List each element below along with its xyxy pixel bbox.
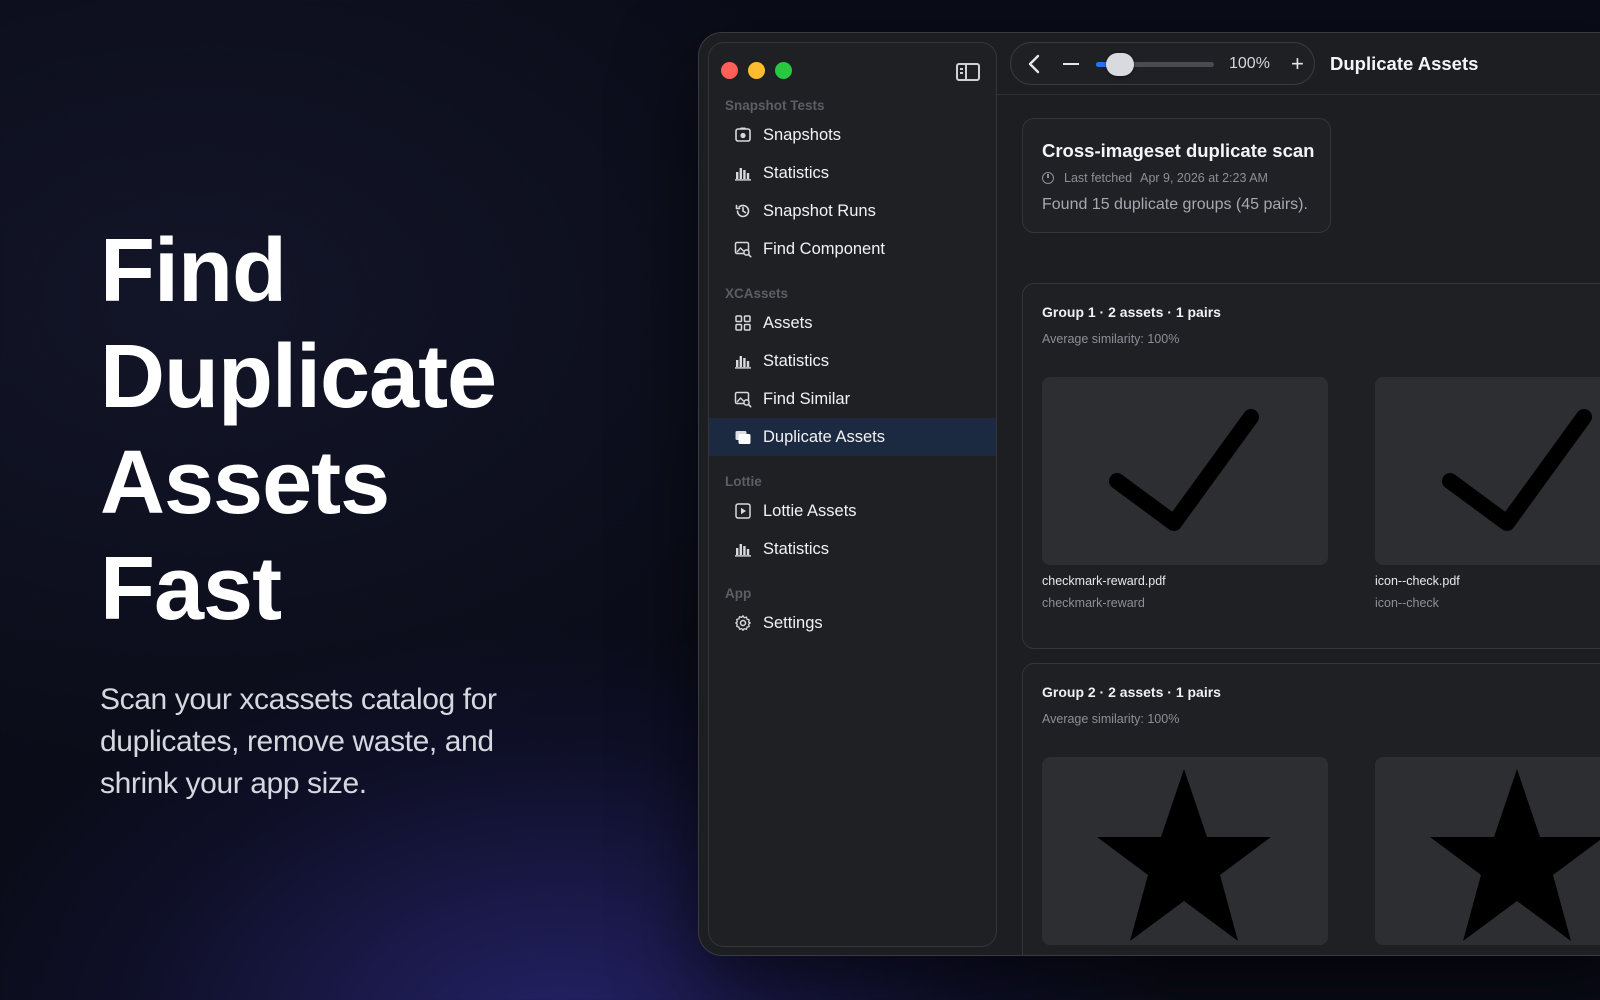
sidebar-item-snapshot-runs[interactable]: Snapshot Runs xyxy=(709,192,996,230)
duplicate-group-card: Group 2 · 2 assets · 1 pairs Average simi… xyxy=(1022,663,1600,955)
duplicate-group-card: Group 1 · 2 assets · 1 pairs Average simi… xyxy=(1022,283,1600,649)
asset-name: checkmark-reward xyxy=(1042,596,1145,610)
sidebar-item-label: Settings xyxy=(763,613,823,632)
asset-filename: shortcut-icon-star.pdf xyxy=(1375,954,1600,955)
hero-title-line: Find xyxy=(100,221,287,321)
sidebar-section-label: XCAssets xyxy=(725,286,789,301)
chart-bars-icon xyxy=(734,352,752,370)
grid-icon xyxy=(734,314,752,332)
group-title: Group 2 · 2 assets · 1 pairs xyxy=(1042,684,1221,700)
chart-bars-icon xyxy=(734,164,752,182)
sidebar-item-assets[interactable]: Assets xyxy=(709,304,996,342)
chart-bars-icon xyxy=(734,540,752,558)
hero-subtitle: Scan your xcassets catalog for duplicate… xyxy=(100,683,497,800)
last-fetched: Last fetched Apr 9, 2026 at 2:23 AM xyxy=(1042,171,1268,185)
asset-thumbnail xyxy=(1042,377,1328,565)
asset-thumbnail xyxy=(1375,377,1600,565)
asset-tile[interactable]: icon--check.pdf icon--check xyxy=(1375,377,1600,610)
hero: Find Duplicate Assets Fast Scan your xca… xyxy=(100,218,570,805)
asset-filename: icon--star.pdf xyxy=(1042,954,1328,955)
sidebar-item-label: Snapshots xyxy=(763,125,841,144)
last-fetched-value: Apr 9, 2026 at 2:23 AM xyxy=(1140,171,1268,185)
asset-filename: checkmark-reward.pdf xyxy=(1042,574,1166,588)
zoom-window-button[interactable] xyxy=(775,62,792,79)
sidebar-item-find-component[interactable]: Find Component xyxy=(709,230,996,268)
group-similarity: Average similarity: 100% xyxy=(1042,332,1180,346)
sidebar-nav: Snapshot Tests Snapshots Statistics Snapsho… xyxy=(709,96,996,642)
page-title: Duplicate Assets xyxy=(1330,53,1479,74)
scan-title: Cross-imageset duplicate scan xyxy=(1042,140,1315,161)
back-chevron-icon[interactable] xyxy=(1025,53,1045,75)
sidebar-item-label: Statistics xyxy=(763,163,830,182)
group-similarity: Average similarity: 100% xyxy=(1042,712,1180,726)
star-icon xyxy=(1042,757,1328,945)
checkmark-icon xyxy=(1375,377,1600,565)
duplicate-icon xyxy=(734,428,752,446)
zoom-slider-knob[interactable] xyxy=(1105,53,1134,76)
window-controls xyxy=(721,62,792,79)
sidebar-section-label: Lottie xyxy=(725,474,762,489)
sidebar-item-snapshots[interactable]: Snapshots xyxy=(709,116,996,154)
zoom-out-button[interactable] xyxy=(1063,63,1079,65)
sidebar-item-label: Duplicate Assets xyxy=(763,427,885,446)
minimize-window-button[interactable] xyxy=(748,62,765,79)
sidebar-item-duplicate-assets[interactable]: Duplicate Assets xyxy=(709,418,996,456)
image-search-icon xyxy=(734,240,752,258)
sidebar-item-label: Find Component xyxy=(763,239,885,258)
asset-thumbnail xyxy=(1375,757,1600,945)
sidebar-section-label: App xyxy=(725,586,752,601)
asset-name: icon--check xyxy=(1375,596,1439,610)
zoom-level: 100% xyxy=(1229,55,1270,72)
sidebar-item-statistics[interactable]: Statistics xyxy=(709,342,996,380)
sidebar-toggle-icon[interactable] xyxy=(956,63,980,81)
snapshots-icon xyxy=(734,126,752,144)
main-area: 100% + Duplicate Assets Cross-imageset d… xyxy=(997,33,1600,955)
group-title: Group 1 · 2 assets · 1 pairs xyxy=(1042,304,1221,320)
asset-tile[interactable]: checkmark-reward.pdf checkmark-reward xyxy=(1042,377,1328,610)
hero-title-line: Duplicate xyxy=(100,327,497,427)
last-fetched-label: Last fetched xyxy=(1064,171,1133,185)
zoom-control: 100% + xyxy=(1010,42,1315,85)
found-groups-text: Found 15 duplicate groups (45 pairs). xyxy=(1042,196,1308,213)
sidebar-item-statistics[interactable]: Statistics xyxy=(709,530,996,568)
content-scroll[interactable]: Cross-imageset duplicate scan Last fetch… xyxy=(997,96,1600,955)
close-window-button[interactable] xyxy=(721,62,738,79)
toolbar: 100% + Duplicate Assets xyxy=(997,33,1600,95)
hero-title-line: Fast xyxy=(100,539,282,639)
play-icon xyxy=(734,502,752,520)
zoom-slider[interactable] xyxy=(1096,53,1214,76)
sidebar-item-lottie-assets[interactable]: Lottie Assets xyxy=(709,492,996,530)
asset-tile[interactable]: icon--star.pdf xyxy=(1042,757,1328,955)
hero-title: Find Duplicate Assets Fast xyxy=(100,218,570,642)
checkmark-icon xyxy=(1042,377,1328,565)
hero-title-line: Assets xyxy=(100,433,390,533)
gear-icon xyxy=(734,614,752,632)
sidebar-item-statistics[interactable]: Statistics xyxy=(709,154,996,192)
asset-tile[interactable]: shortcut-icon-star.pdf xyxy=(1375,757,1600,955)
asset-thumbnail xyxy=(1042,757,1328,945)
sidebar-item-find-similar[interactable]: Find Similar xyxy=(709,380,996,418)
sidebar-item-label: Snapshot Runs xyxy=(763,201,876,220)
sidebar-item-label: Statistics xyxy=(763,539,830,558)
zoom-in-button[interactable]: + xyxy=(1291,53,1304,75)
sidebar-item-settings[interactable]: Settings xyxy=(709,604,996,642)
asset-filename: icon--check.pdf xyxy=(1375,574,1460,588)
sidebar-item-label: Find Similar xyxy=(763,389,851,408)
clock-icon xyxy=(1042,172,1054,184)
scan-summary-card: Cross-imageset duplicate scan Last fetch… xyxy=(1022,118,1331,233)
image-search-icon xyxy=(734,390,752,408)
sidebar-item-label: Lottie Assets xyxy=(763,501,857,520)
star-icon xyxy=(1375,757,1600,945)
sidebar: Snapshot Tests Snapshots Statistics Snapsho… xyxy=(708,42,997,947)
history-icon xyxy=(734,202,752,220)
sidebar-item-label: Statistics xyxy=(763,351,830,370)
sidebar-item-label: Assets xyxy=(763,313,813,332)
app-window: Snapshot Tests Snapshots Statistics Snapsho… xyxy=(698,32,1600,956)
sidebar-section-label: Snapshot Tests xyxy=(725,98,825,113)
